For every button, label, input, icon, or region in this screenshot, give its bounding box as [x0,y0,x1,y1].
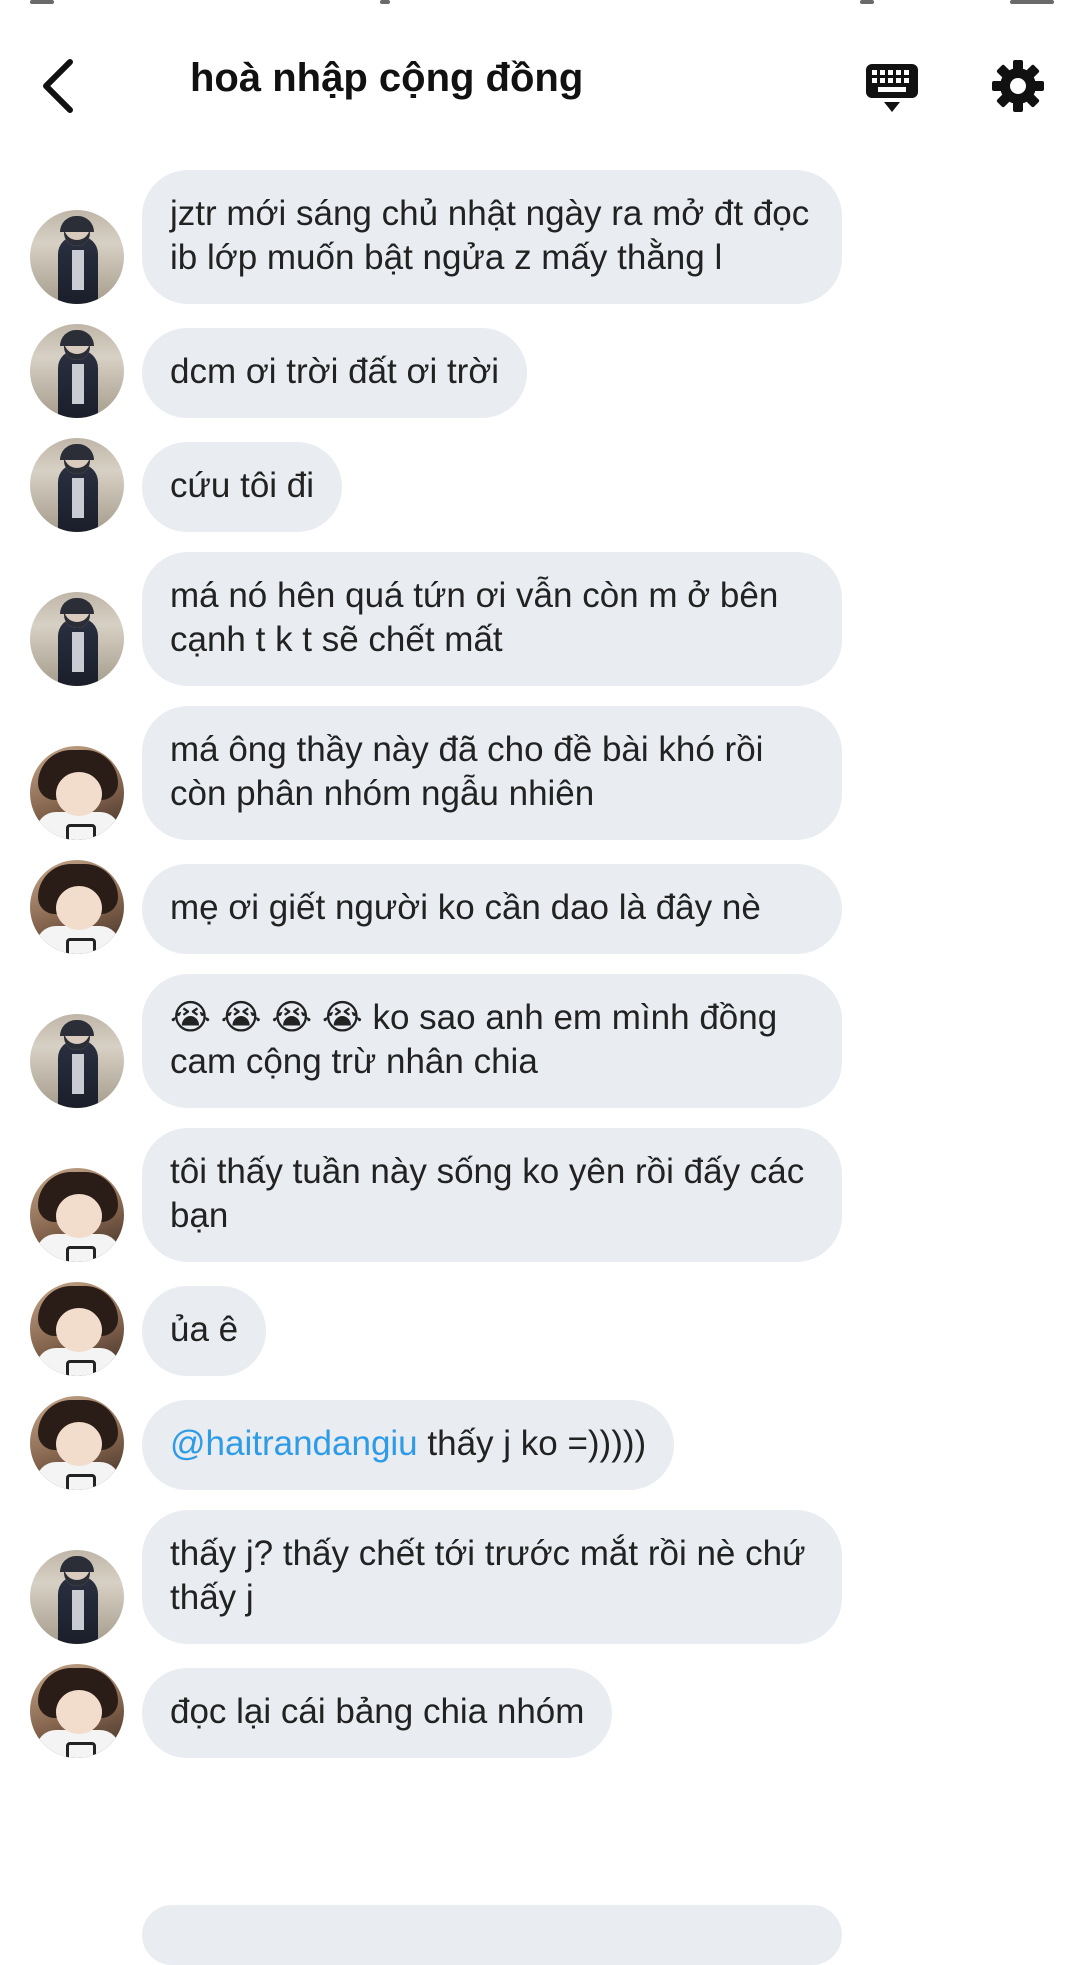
message-bubble[interactable]: ủa ê [142,1286,267,1376]
message-bubble[interactable]: má nó hên quá tứn ơi vẫn còn m ở bên cạn… [142,552,842,686]
message-bubble[interactable]: tôi thấy tuần này sống ko yên rồi đấy cá… [142,1128,842,1262]
avatar[interactable] [30,1014,124,1108]
message-row: jztr mới sáng chủ nhật ngày ra mở đt đọc… [0,170,1080,304]
chat-title: hoà nhập cộng đồng [190,56,584,100]
message-bubble[interactable]: @haitrandangiu thấy j ko =))))) [142,1400,675,1490]
message-bubble[interactable]: đọc lại cái bảng chia nhóm [142,1668,613,1758]
avatar[interactable] [30,1282,124,1376]
message-row: ủa ê [0,1282,1080,1376]
message-bubble[interactable]: jztr mới sáng chủ nhật ngày ra mở đt đọc… [142,170,842,304]
message-row: đọc lại cái bảng chia nhóm [0,1664,1080,1758]
crying-emoji: 😭 😭 😭 😭 [170,998,363,1037]
keyboard-button[interactable] [860,56,924,120]
message-row: má ông thầy này đã cho đề bài khó rồi cò… [0,706,1080,840]
gear-icon [992,60,1044,112]
message-row: 😭 😭 😭 😭 ko sao anh em mình đồng cam cộng… [0,974,1080,1108]
user-mention-link[interactable]: @haitrandangiu [170,1424,418,1463]
message-bubble[interactable]: cứu tôi đi [142,442,343,532]
chevron-left-icon [43,59,73,113]
message-row: cứu tôi đi [0,438,1080,532]
message-bubble[interactable]: 😭 😭 😭 😭 ko sao anh em mình đồng cam cộng… [142,974,842,1108]
message-row: @haitrandangiu thấy j ko =))))) [0,1396,1080,1490]
message-bubble[interactable]: dcm ơi trời đất ơi trời [142,328,528,418]
avatar[interactable] [30,592,124,686]
avatar[interactable] [30,324,124,418]
keyboard-icon [866,64,918,112]
message-bubble[interactable]: mẹ ơi giết người ko cần dao là đây nè [142,864,842,954]
avatar[interactable] [30,746,124,840]
message-row: thấy j? thấy chết tới trước mắt rồi nè c… [0,1510,1080,1644]
avatar[interactable] [30,860,124,954]
avatar[interactable] [30,210,124,304]
avatar[interactable] [30,1664,124,1758]
avatar[interactable] [30,1168,124,1262]
message-row: mẹ ơi giết người ko cần dao là đây nè [0,860,1080,954]
message-bubble-partial[interactable] [142,1905,842,1965]
avatar[interactable] [30,1550,124,1644]
avatar[interactable] [30,1396,124,1490]
message-row: má nó hên quá tứn ơi vẫn còn m ở bên cạn… [0,552,1080,686]
message-row: tôi thấy tuần này sống ko yên rồi đấy cá… [0,1128,1080,1262]
back-button[interactable] [28,46,88,126]
message-list[interactable]: jztr mới sáng chủ nhật ngày ra mở đt đọc… [0,170,1080,1778]
message-row: dcm ơi trời đất ơi trời [0,324,1080,418]
message-bubble[interactable]: thấy j? thấy chết tới trước mắt rồi nè c… [142,1510,842,1644]
chat-header: hoà nhập cộng đồng [0,0,1080,160]
message-bubble[interactable]: má ông thầy này đã cho đề bài khó rồi cò… [142,706,842,840]
settings-button[interactable] [986,54,1050,118]
avatar[interactable] [30,438,124,532]
message-text: thấy j ko =))))) [417,1424,647,1463]
